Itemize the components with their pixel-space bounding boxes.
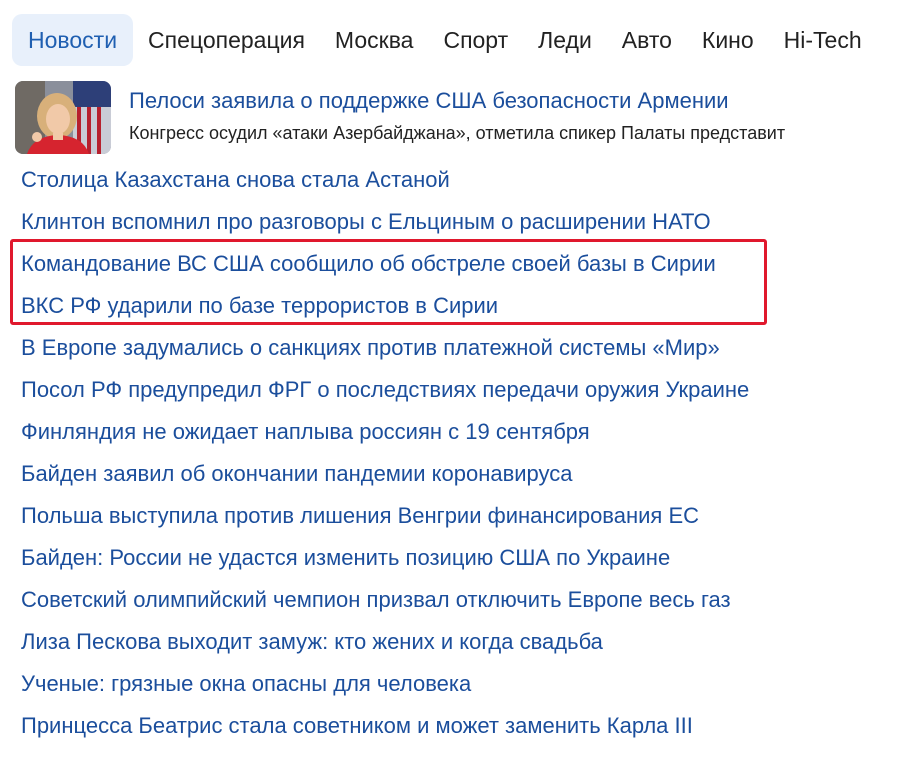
news-headline-link[interactable]: Посол РФ предупредил ФРГ о последствиях …	[21, 369, 901, 411]
news-headline-link[interactable]: Столица Казахстана снова стала Астаной	[21, 159, 901, 201]
news-headline-link[interactable]: Байден: России не удастся изменить позиц…	[21, 537, 901, 579]
news-headline-link[interactable]: Польша выступила против лишения Венгрии …	[21, 495, 901, 537]
tab-hi-tech[interactable]: Hi-Tech	[784, 14, 862, 66]
news-headline-link[interactable]: Ученые: грязные окна опасны для человека	[21, 663, 901, 705]
news-list: Столица Казахстана снова стала Астаной К…	[21, 159, 901, 747]
news-category-tabs: Новости Спецоперация Москва Спорт Леди А…	[0, 14, 919, 66]
person-photo-icon	[15, 81, 111, 154]
tab-ledi[interactable]: Леди	[538, 14, 592, 66]
news-headline-link[interactable]: ВКС РФ ударили по базе террористов в Сир…	[21, 285, 901, 327]
tab-kino[interactable]: Кино	[702, 14, 754, 66]
news-headline-link[interactable]: Лиза Пескова выходит замуж: кто жених и …	[21, 621, 901, 663]
featured-news-subtitle: Конгресс осудил «атаки Азербайджана», от…	[129, 123, 786, 143]
featured-news-thumbnail[interactable]	[15, 81, 111, 154]
news-headline-link[interactable]: В Европе задумались о санкциях против пл…	[21, 327, 901, 369]
tab-novosti[interactable]: Новости	[12, 14, 134, 66]
tab-avto[interactable]: Авто	[622, 14, 672, 66]
tab-specoperaciya[interactable]: Спецоперация	[148, 14, 305, 66]
news-headline-link[interactable]: Принцесса Беатрис стала советником и мож…	[21, 705, 901, 747]
news-headline-link[interactable]: Клинтон вспомнил про разговоры с Ельцины…	[21, 201, 901, 243]
news-headline-link[interactable]: Командование ВС США сообщило об обстреле…	[21, 243, 901, 285]
tab-sport[interactable]: Спорт	[443, 14, 508, 66]
tab-moskva[interactable]: Москва	[335, 14, 414, 66]
news-headline-link[interactable]: Советский олимпийский чемпион призвал от…	[21, 579, 901, 621]
featured-news: Пелоси заявила о поддержке США безопасно…	[15, 81, 919, 155]
featured-news-title[interactable]: Пелоси заявила о поддержке США безопасно…	[129, 88, 729, 114]
news-headline-link[interactable]: Финляндия не ожидает наплыва россиян с 1…	[21, 411, 901, 453]
news-headline-link[interactable]: Байден заявил об окончании пандемии коро…	[21, 453, 901, 495]
